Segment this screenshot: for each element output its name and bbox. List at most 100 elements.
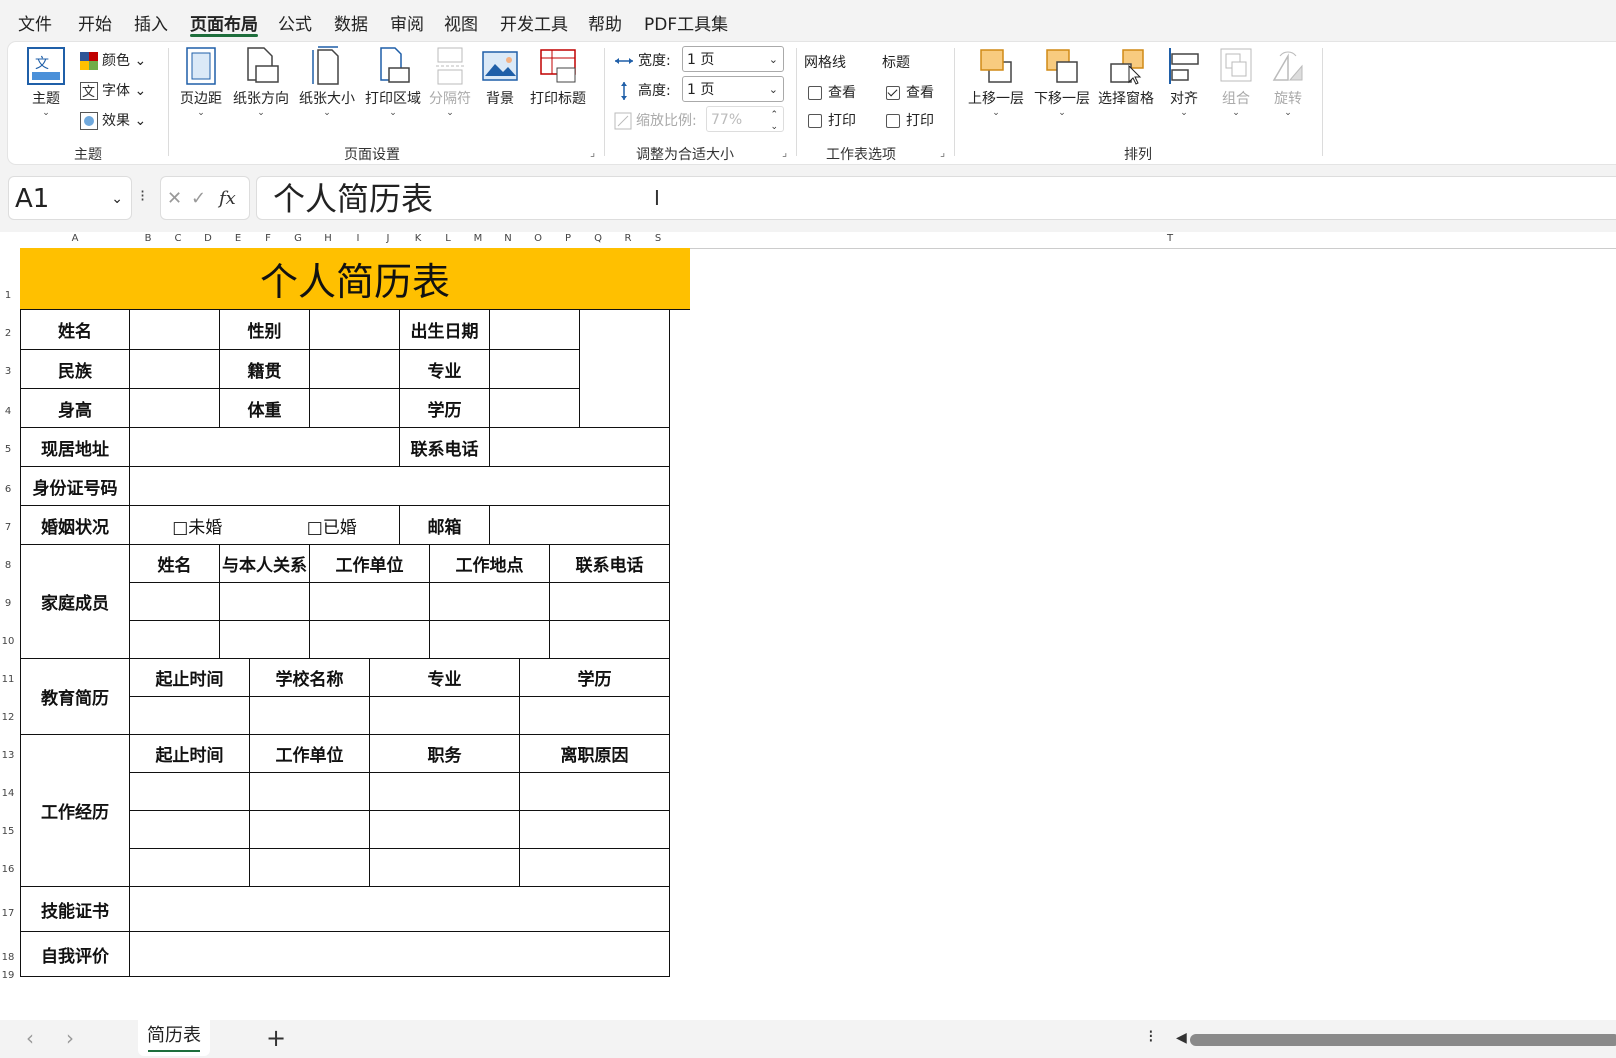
edu-header-major[interactable]: 专业 [370,659,520,697]
column-header[interactable]: H [318,233,338,244]
menu-formulas[interactable]: 公式 [278,10,312,35]
table-cell[interactable] [370,697,520,735]
label-phone[interactable]: 联系电话 [400,428,490,467]
label-family[interactable]: 家庭成员 [20,545,130,659]
label-height[interactable]: 身高 [20,389,130,428]
chevron-left-icon[interactable]: ‹ [26,1026,34,1050]
scroll-left-icon[interactable]: ◀ [1176,1030,1187,1046]
print-titles-button[interactable]: 打印标题 [526,46,590,108]
send-backward-button[interactable]: 下移一层 ⌄ [1030,46,1094,118]
row-header[interactable]: 10 [0,636,16,647]
chevron-right-icon[interactable]: › [66,1026,74,1050]
width-dropdown[interactable]: 1 页 ⌄ [682,46,784,72]
row-header[interactable]: 13 [0,750,16,761]
add-sheet-icon[interactable]: + [266,1024,286,1052]
value-certificates[interactable] [130,887,670,932]
family-header-phone[interactable]: 联系电话 [550,545,670,583]
table-cell[interactable] [250,773,370,811]
menu-page-layout[interactable]: 页面布局 [190,10,258,35]
value-ethnicity[interactable] [130,350,220,389]
theme-button[interactable]: 文 主题 ⌄ [20,46,72,118]
value-gender[interactable] [310,310,400,350]
row-header[interactable]: 7 [0,522,16,533]
label-ethnicity[interactable]: 民族 [20,350,130,389]
orientation-button[interactable]: 纸张方向 ⌄ [230,46,292,118]
gridlines-view-checkbox[interactable]: 查看 [808,82,856,102]
row-header[interactable]: 3 [0,366,16,377]
row-header[interactable]: 11 [0,674,16,685]
value-email[interactable] [490,506,670,545]
table-cell[interactable] [370,773,520,811]
value-phone[interactable] [490,428,670,467]
scale-spinner[interactable]: 77% ⌃ ⌄ [706,106,784,132]
label-education[interactable]: 学历 [400,389,490,428]
value-native[interactable] [310,350,400,389]
table-cell[interactable] [370,849,520,887]
menu-developer[interactable]: 开发工具 [500,10,568,35]
value-self-eval[interactable] [130,932,670,977]
row-header[interactable]: 4 [0,406,16,417]
scale-launcher-icon[interactable]: ⌟ [782,146,787,159]
table-cell[interactable] [130,773,250,811]
label-self-eval[interactable]: 自我评价 [20,932,130,977]
rotate-button[interactable]: 旋转 ⌄ [1268,46,1308,118]
gridlines-print-checkbox[interactable]: 打印 [808,110,856,130]
cancel-icon[interactable]: ✕ [167,177,182,221]
table-cell[interactable] [220,621,310,659]
table-cell[interactable] [520,697,670,735]
label-marital[interactable]: 婚姻状况 [20,506,130,545]
background-button[interactable]: 背景 [478,46,522,108]
menu-help[interactable]: 帮助 [588,10,622,35]
column-header[interactable]: K [408,233,428,244]
menu-home[interactable]: 开始 [78,10,112,35]
row-header[interactable]: 16 [0,864,16,875]
horizontal-scrollbar[interactable] [1190,1034,1616,1046]
row-header[interactable]: 14 [0,788,16,799]
value-address[interactable] [130,428,400,467]
value-birth[interactable] [490,310,580,350]
column-header[interactable]: S [648,233,668,244]
menu-data[interactable]: 数据 [334,10,368,35]
group-button[interactable]: 组合 ⌄ [1216,46,1256,118]
table-cell[interactable] [250,697,370,735]
column-header[interactable]: P [558,233,578,244]
label-id-number[interactable]: 身份证号码 [20,467,130,506]
breaks-button[interactable]: 分隔符 ⌄ [426,46,474,118]
row-header[interactable]: 9 [0,598,16,609]
menu-pdf-tools[interactable]: PDF工具集 [644,10,728,35]
family-header-name[interactable]: 姓名 [130,545,220,583]
married-checkbox[interactable]: □已婚 [307,513,357,538]
row-header[interactable]: 17 [0,908,16,919]
work-header-position[interactable]: 职务 [370,735,520,773]
row-header[interactable]: 2 [0,328,16,339]
label-weight[interactable]: 体重 [220,389,310,428]
menu-view[interactable]: 视图 [444,10,478,35]
row-header[interactable]: 6 [0,484,16,495]
table-cell[interactable] [310,621,430,659]
label-edu-history[interactable]: 教育简历 [20,659,130,735]
column-header[interactable]: T [1160,233,1180,244]
work-header-reason[interactable]: 离职原因 [520,735,670,773]
label-work-history[interactable]: 工作经历 [20,735,130,887]
table-cell[interactable] [550,583,670,621]
table-cell[interactable] [130,849,250,887]
column-header[interactable]: C [168,233,188,244]
work-header-unit[interactable]: 工作单位 [250,735,370,773]
column-header[interactable]: N [498,233,518,244]
column-header[interactable]: M [468,233,488,244]
row-header[interactable]: 15 [0,826,16,837]
value-height[interactable] [130,389,220,428]
row-header[interactable]: 12 [0,712,16,723]
print-area-button[interactable]: 打印区域 ⌄ [362,46,424,118]
table-cell[interactable] [250,811,370,849]
value-education[interactable] [490,389,580,428]
height-dropdown[interactable]: 1 页 ⌄ [682,76,784,102]
column-header[interactable]: A [20,233,130,244]
unmarried-checkbox[interactable]: □未婚 [172,513,222,538]
page-setup-launcher-icon[interactable]: ⌟ [590,146,595,159]
table-cell[interactable] [520,773,670,811]
name-box[interactable]: A1 ⌄ [8,176,132,220]
headings-view-checkbox[interactable]: 查看 [886,82,934,102]
align-button[interactable]: 对齐 ⌄ [1164,46,1204,118]
headings-print-checkbox[interactable]: 打印 [886,110,934,130]
